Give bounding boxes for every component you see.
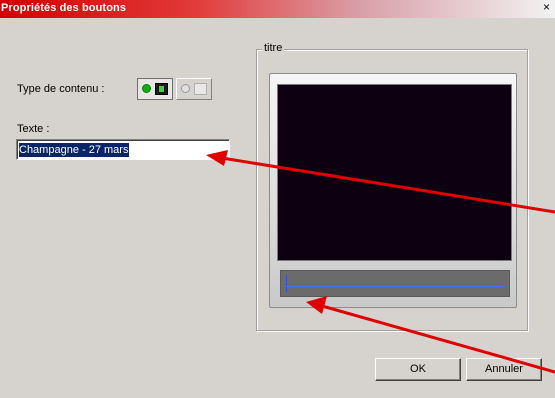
arrowhead-icon — [306, 296, 327, 314]
annotation-arrow-bar — [320, 304, 555, 374]
annotation-arrows — [206, 150, 555, 374]
arrowhead-icon — [206, 150, 228, 166]
annotation-arrow-text — [220, 156, 555, 214]
